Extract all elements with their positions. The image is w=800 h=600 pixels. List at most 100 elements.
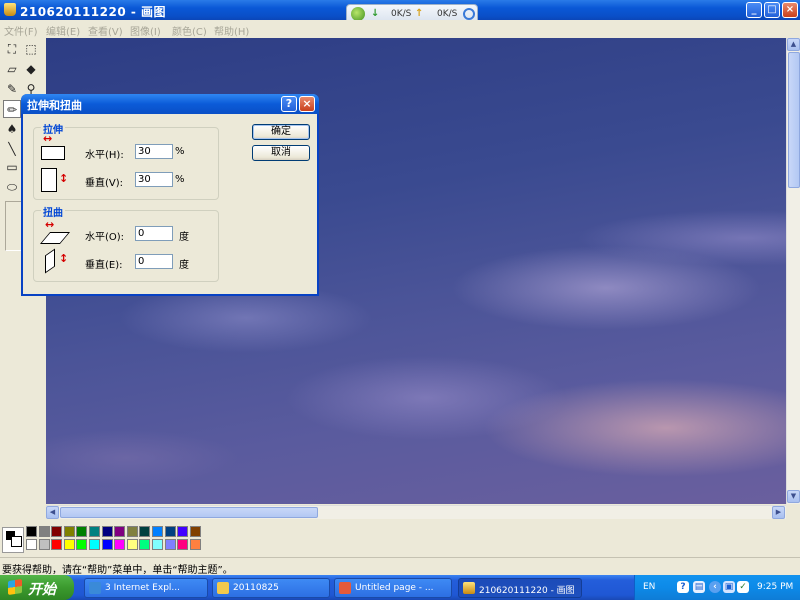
color-swatch[interactable] (114, 539, 126, 550)
paint-app-icon (4, 3, 16, 16)
color-swatch[interactable] (164, 526, 176, 537)
menu-image[interactable]: 图像(I) (130, 23, 161, 38)
upload-speed: 0K/S (437, 9, 458, 19)
pencil-icon[interactable]: ✏ (3, 100, 21, 118)
vertical-scroll-thumb[interactable] (788, 52, 800, 188)
skew-vertical-unit: 度 (179, 260, 189, 271)
paint-icon (463, 582, 475, 594)
stretch-vertical-input[interactable] (135, 172, 173, 187)
windows-flag-icon (8, 579, 22, 595)
color-swatch[interactable] (164, 539, 176, 550)
scroll-left-icon[interactable]: ◀ (46, 506, 59, 519)
network-icon[interactable]: ▤ (693, 581, 705, 593)
language-indicator[interactable]: EN (643, 582, 655, 592)
window-title: 210620111220 - 画图 (20, 5, 167, 19)
stretch-vertical-icon (41, 168, 57, 192)
color-swatch[interactable] (177, 539, 189, 550)
color-swatch[interactable] (152, 526, 163, 537)
color-swatch[interactable] (76, 539, 88, 550)
monitor-icon[interactable]: ▣ (723, 581, 735, 593)
skew-vertical-input[interactable] (135, 254, 173, 269)
dialog-close-button[interactable]: × (299, 96, 315, 112)
color-swatch[interactable] (63, 526, 75, 537)
line-icon[interactable]: ╲ (3, 140, 21, 158)
color-swatch[interactable] (76, 526, 88, 537)
menu-colors[interactable]: 颜色(C) (172, 23, 207, 38)
task-label: 3 Internet Expl... (105, 583, 180, 593)
task-untitled-page[interactable]: Untitled page - ... (334, 578, 452, 598)
horizontal-scroll-thumb[interactable] (60, 507, 318, 518)
skew-horizontal-input[interactable] (135, 226, 173, 241)
skew-horizontal-unit: 度 (179, 232, 189, 243)
menu-view[interactable]: 查看(V) (88, 23, 123, 38)
scroll-down-icon[interactable]: ▼ (787, 490, 800, 503)
color-swatch[interactable] (38, 539, 50, 550)
back-arrow-icon[interactable]: ‹ (709, 581, 721, 593)
vertical-scrollbar[interactable]: ▲ ▼ (786, 38, 800, 504)
skew-group-label: 扭曲 (41, 204, 65, 219)
menu-edit[interactable]: 编辑(E) (46, 23, 80, 38)
stretch-horizontal-label: 水平(H): (85, 150, 124, 161)
color-swatch[interactable] (89, 539, 100, 550)
ellipse-icon[interactable]: ⬭ (3, 178, 21, 196)
color-swatch[interactable] (114, 526, 126, 537)
rectangle-icon[interactable]: ▭ (3, 158, 21, 176)
free-select-icon[interactable]: ⛶ (3, 40, 21, 58)
dialog-title-bar[interactable]: 拉伸和扭曲 ? × (21, 94, 319, 114)
status-bar: 要获得帮助，请在“帮助”菜单中，单击“帮助主题”。 (0, 557, 800, 576)
maximize-button[interactable]: □ (764, 2, 780, 18)
color-swatch[interactable] (101, 526, 113, 537)
color-palette (0, 519, 800, 557)
help-icon[interactable]: ? (677, 581, 689, 593)
stretch-horizontal-icon (41, 146, 65, 160)
horizontal-arrow-icon: ↔ (45, 218, 55, 231)
cancel-button[interactable]: 取消 (252, 145, 310, 161)
airbrush-icon[interactable]: ♠ (3, 120, 21, 138)
stretch-horizontal-input[interactable] (135, 144, 173, 159)
skew-group (33, 210, 219, 282)
menu-help[interactable]: 帮助(H) (214, 23, 249, 38)
task-paint[interactable]: 210620111220 - 画图 (458, 578, 582, 598)
dialog-title: 拉伸和扭曲 (27, 99, 82, 112)
rect-select-icon[interactable]: ⬚ (22, 40, 40, 58)
color-swatch[interactable] (38, 526, 50, 537)
color-swatch[interactable] (152, 539, 163, 550)
color-swatch[interactable] (101, 539, 113, 550)
scroll-right-icon[interactable]: ▶ (772, 506, 785, 519)
menu-bar: 文件(F) 编辑(E) 查看(V) 图像(I) 颜色(C) 帮助(H) (0, 20, 800, 38)
color-swatch[interactable] (26, 539, 37, 550)
status-text: 要获得帮助，请在“帮助”菜单中，单击“帮助主题”。 (2, 565, 233, 576)
vertical-arrow-icon: ↕ (59, 172, 69, 185)
color-swatch[interactable] (51, 526, 63, 537)
color-swatch[interactable] (139, 539, 151, 550)
stretch-group (33, 127, 219, 200)
scroll-up-icon[interactable]: ▲ (787, 38, 800, 51)
color-swatch[interactable] (89, 526, 100, 537)
minimize-button[interactable]: _ (746, 2, 762, 18)
stretch-vertical-label: 垂直(V): (85, 178, 124, 189)
document-icon (339, 582, 351, 594)
ok-button[interactable]: 确定 (252, 124, 310, 140)
color-swatch[interactable] (26, 526, 37, 537)
color-swatch[interactable] (177, 526, 189, 537)
horizontal-scrollbar[interactable]: ◀ ▶ (46, 505, 786, 519)
system-tray: EN ? ▤ ‹ ▣ ✓ 9:25 PM (634, 575, 800, 600)
task-folder[interactable]: 20110825 (212, 578, 330, 598)
color-swatch[interactable] (63, 539, 75, 550)
security-shield-icon[interactable]: ✓ (737, 581, 749, 593)
color-swatch[interactable] (51, 539, 63, 550)
eraser-icon[interactable]: ▱ (3, 60, 21, 78)
color-swatch[interactable] (139, 526, 151, 537)
color-swatch[interactable] (126, 539, 138, 550)
color-swatch[interactable] (189, 526, 201, 537)
color-swatch[interactable] (189, 539, 201, 550)
close-button[interactable]: × (782, 2, 798, 18)
color-swatch[interactable] (126, 526, 138, 537)
task-label: 210620111220 - 画图 (479, 586, 575, 596)
dialog-help-button[interactable]: ? (281, 96, 297, 112)
fill-bucket-icon[interactable]: ◆ (22, 60, 40, 78)
start-button[interactable]: 开始 (0, 575, 74, 600)
task-internet-explorer[interactable]: 3 Internet Expl... (84, 578, 208, 598)
menu-file[interactable]: 文件(F) (4, 23, 38, 38)
color-picker-icon[interactable]: ✎ (3, 80, 21, 98)
